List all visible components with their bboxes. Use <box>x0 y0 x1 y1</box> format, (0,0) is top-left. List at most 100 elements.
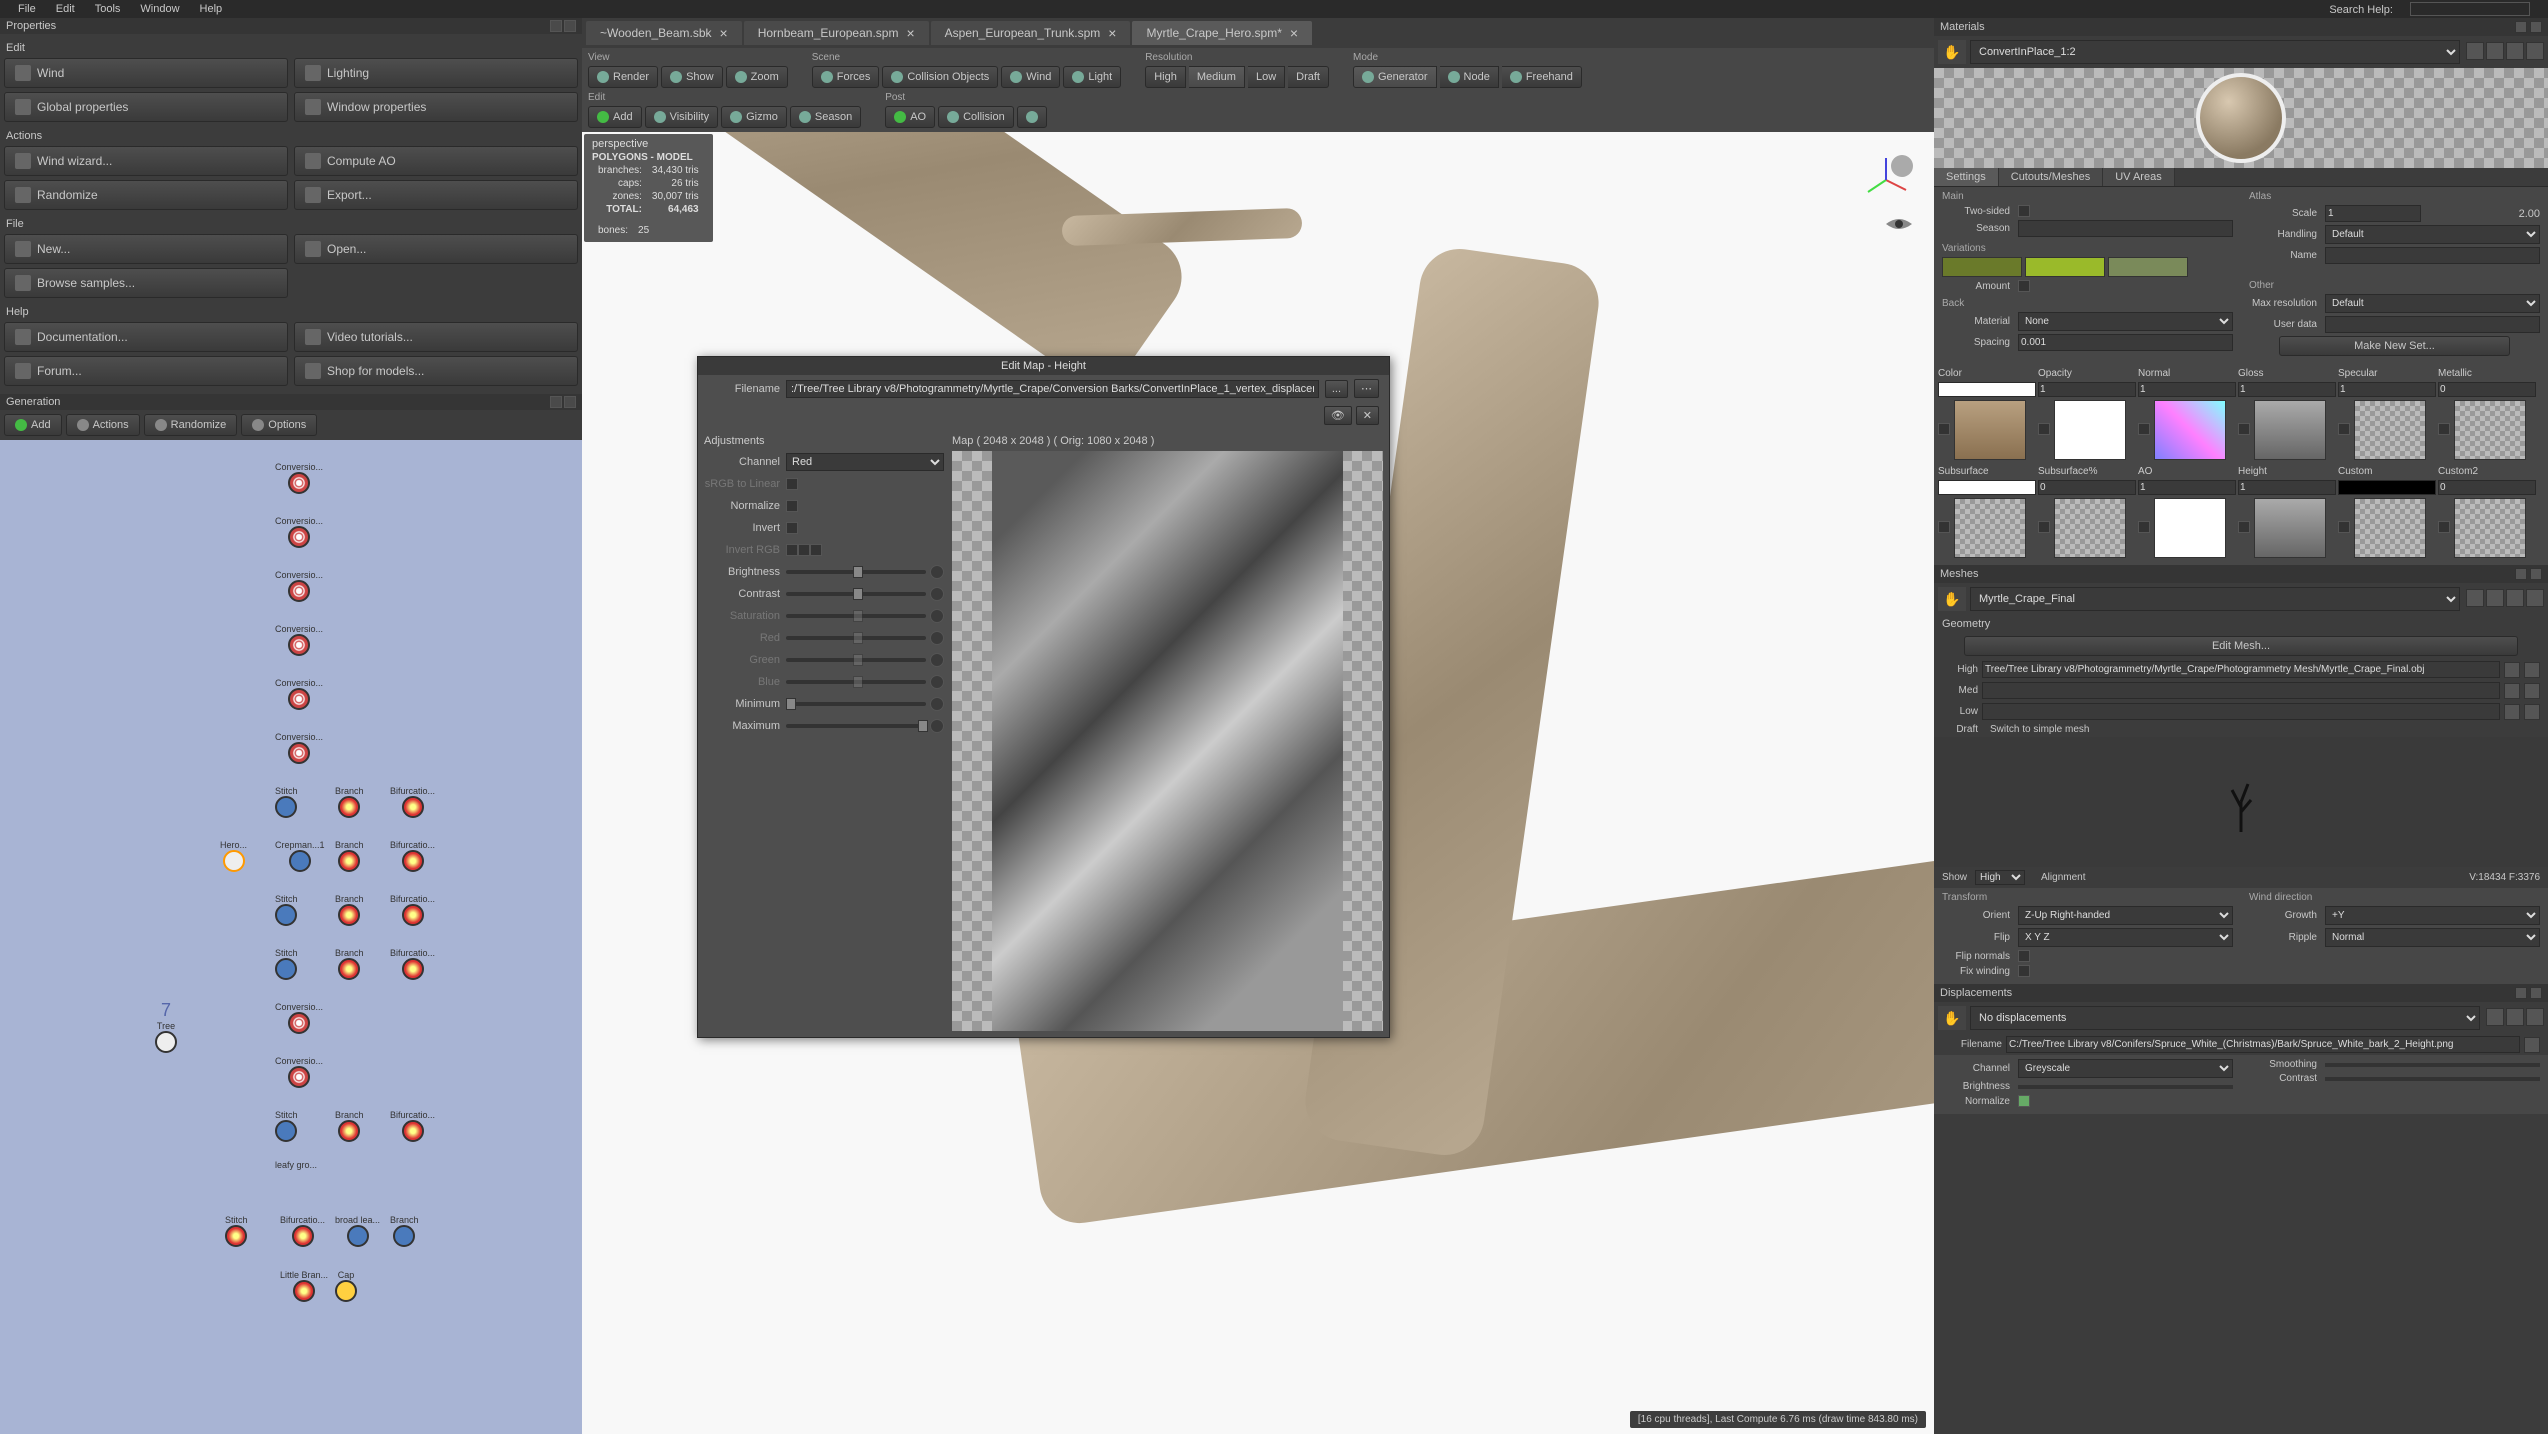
fix-winding-checkbox[interactable] <box>2018 965 2030 977</box>
height-map-thumb[interactable] <box>2254 498 2326 558</box>
make-new-set-button[interactable]: Make New Set... <box>2279 336 2510 356</box>
node-branch[interactable]: Branch <box>390 1215 419 1247</box>
render-button[interactable]: Render <box>588 66 658 88</box>
node-conversion[interactable]: Conversio... <box>275 732 323 764</box>
drag-handle-icon[interactable]: ✋ <box>1938 587 1966 611</box>
gen-actions-button[interactable]: Actions <box>66 414 140 436</box>
tab-aspen[interactable]: Aspen_European_Trunk.spm× <box>931 21 1131 45</box>
menu-tools[interactable]: Tools <box>85 3 131 15</box>
ao-map-thumb[interactable] <box>2154 498 2226 558</box>
custom-enable-checkbox[interactable] <box>2338 521 2350 533</box>
node-stitch[interactable]: Stitch <box>275 1110 298 1142</box>
node-conversion[interactable]: Conversio... <box>275 1002 323 1034</box>
tab-hornbeam[interactable]: Hornbeam_European.spm× <box>744 21 929 45</box>
materials-controls[interactable] <box>2515 21 2542 33</box>
handling-select[interactable]: Default <box>2325 225 2540 244</box>
node-branch[interactable]: Branch <box>335 786 364 818</box>
mesh-buttons[interactable] <box>2464 589 2544 610</box>
tab-cutouts[interactable]: Cutouts/Meshes <box>1999 168 2103 186</box>
res-draft[interactable]: Draft <box>1288 66 1329 88</box>
tab-myrtle[interactable]: Myrtle_Crape_Hero.spm*× <box>1132 21 1312 45</box>
node-bifurcation[interactable]: Bifurcatio... <box>390 840 435 872</box>
lighting-button[interactable]: Lighting <box>294 58 578 88</box>
camera-icon[interactable] <box>1884 214 1914 234</box>
show-select[interactable]: High <box>1975 870 2025 885</box>
orient-select[interactable]: Z-Up Right-handed <box>2018 906 2233 925</box>
generation-panel-controls[interactable] <box>550 396 576 408</box>
menu-file[interactable]: File <box>8 3 46 15</box>
maximum-slider[interactable] <box>786 724 926 728</box>
video-tutorials-button[interactable]: Video tutorials... <box>294 322 578 352</box>
node-conversion[interactable]: Conversio... <box>275 1056 323 1088</box>
browse-samples-button[interactable]: Browse samples... <box>4 268 288 298</box>
disp-filename-input[interactable] <box>2006 1036 2520 1053</box>
flip-select[interactable]: X Y Z <box>2018 928 2233 947</box>
amount-checkbox[interactable] <box>2018 280 2030 292</box>
drag-handle-icon[interactable]: ✋ <box>1938 40 1966 64</box>
post-collision-button[interactable]: Collision <box>938 106 1014 128</box>
reset-icon[interactable] <box>930 719 944 733</box>
ao-input[interactable] <box>2138 480 2236 495</box>
more-icon[interactable] <box>2524 683 2540 699</box>
collision-objects-button[interactable]: Collision Objects <box>882 66 998 88</box>
reset-icon[interactable] <box>930 697 944 711</box>
node-little-bran[interactable]: Little Bran... <box>280 1270 328 1302</box>
properties-panel-controls[interactable] <box>550 20 576 32</box>
scale-input[interactable] <box>2325 205 2421 222</box>
tab-uv[interactable]: UV Areas <box>2103 168 2174 186</box>
max-res-select[interactable]: Default <box>2325 294 2540 313</box>
ao-enable-checkbox[interactable] <box>2138 521 2150 533</box>
node-branch[interactable]: Branch <box>335 1110 364 1142</box>
invert-checkbox[interactable] <box>786 522 798 534</box>
wind-wizard-button[interactable]: Wind wizard... <box>4 146 288 176</box>
metallic-enable-checkbox[interactable] <box>2438 423 2450 435</box>
compute-ao-button[interactable]: Compute AO <box>294 146 578 176</box>
height-input[interactable] <box>2238 480 2336 495</box>
user-data-input[interactable] <box>2325 316 2540 333</box>
edit-add-button[interactable]: Add <box>588 106 642 128</box>
tab-wooden-beam[interactable]: ~Wooden_Beam.sbk× <box>586 21 742 45</box>
opacity-input[interactable] <box>2038 382 2136 397</box>
menu-help[interactable]: Help <box>190 3 233 15</box>
gloss-input[interactable] <box>2238 382 2336 397</box>
visibility-button[interactable]: Visibility <box>645 106 719 128</box>
browse-icon[interactable] <box>2504 704 2520 720</box>
color-map-thumb[interactable] <box>1954 400 2026 460</box>
color-swatch[interactable] <box>1938 382 2036 397</box>
node-bifurcation[interactable]: Bifurcatio... <box>390 1110 435 1142</box>
node-cap[interactable]: Cap <box>335 1270 357 1302</box>
post-undo-button[interactable] <box>1017 106 1047 128</box>
node-bifurcation[interactable]: Bifurcatio... <box>390 786 435 818</box>
contrast-slider[interactable] <box>786 592 926 596</box>
med-mesh-input[interactable] <box>1982 682 2500 699</box>
growth-select[interactable]: +Y <box>2325 906 2540 925</box>
dialog-close-button[interactable]: ✕ <box>1356 406 1379 425</box>
variation-swatch[interactable] <box>2108 257 2188 277</box>
post-ao-button[interactable]: AO <box>885 106 935 128</box>
high-mesh-input[interactable] <box>1982 661 2500 678</box>
reset-icon[interactable] <box>930 587 944 601</box>
subsurface-swatch[interactable] <box>1938 480 2036 495</box>
node-conversion[interactable]: Conversio... <box>275 624 323 656</box>
subsurface-pct-enable-checkbox[interactable] <box>2038 521 2050 533</box>
displacement-buttons[interactable] <box>2484 1008 2544 1029</box>
browse-button[interactable]: ... <box>1325 380 1348 398</box>
opacity-enable-checkbox[interactable] <box>2038 423 2050 435</box>
color-enable-checkbox[interactable] <box>1938 423 1950 435</box>
srgb-checkbox[interactable] <box>786 478 798 490</box>
season-button[interactable]: Season <box>790 106 861 128</box>
normal-enable-checkbox[interactable] <box>2138 423 2150 435</box>
forum-button[interactable]: Forum... <box>4 356 288 386</box>
global-props-button[interactable]: Global properties <box>4 92 288 122</box>
material-combo[interactable]: ConvertInPlace_1:2 <box>1970 40 2460 64</box>
new-button[interactable]: New... <box>4 234 288 264</box>
wind-scene-button[interactable]: Wind <box>1001 66 1060 88</box>
variation-swatch[interactable] <box>1942 257 2022 277</box>
generation-graph[interactable]: Conversio... Conversio... Conversio... C… <box>0 440 582 1434</box>
specular-input[interactable] <box>2338 382 2436 397</box>
reset-icon[interactable] <box>930 565 944 579</box>
close-icon[interactable]: × <box>720 25 728 41</box>
spacing-input[interactable] <box>2018 334 2233 351</box>
normal-input[interactable] <box>2138 382 2236 397</box>
viewport-3d[interactable]: perspective POLYGONS - MODEL branches:34… <box>582 132 1934 1434</box>
